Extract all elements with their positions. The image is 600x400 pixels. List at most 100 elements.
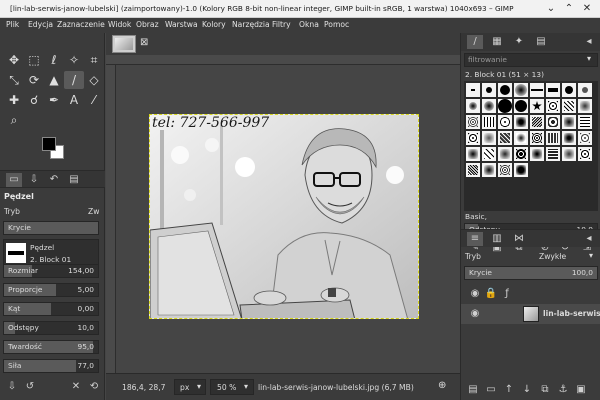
brush-cell[interactable] bbox=[562, 131, 576, 145]
text-tool-icon[interactable]: A bbox=[64, 91, 84, 109]
brush-cell[interactable] bbox=[498, 99, 512, 113]
brush-cell[interactable] bbox=[514, 99, 528, 113]
lock-alpha-icon[interactable]: ƒ bbox=[499, 287, 515, 301]
force-slider[interactable]: Siła 77,0 bbox=[3, 359, 99, 373]
brush-cell[interactable] bbox=[498, 115, 512, 129]
heal-icon[interactable]: ✚ bbox=[4, 91, 24, 109]
brush-cell[interactable] bbox=[466, 147, 480, 161]
channels-tab-icon[interactable]: ▥ bbox=[489, 232, 505, 246]
path-icon[interactable]: ✒ bbox=[44, 91, 64, 109]
images-tab-icon[interactable]: ▤ bbox=[66, 173, 82, 187]
menu-okna[interactable]: Okna bbox=[299, 20, 319, 29]
reset-options-icon[interactable]: ⟲ bbox=[86, 380, 102, 394]
brush-cell[interactable] bbox=[482, 163, 496, 177]
brush-cell[interactable] bbox=[562, 147, 576, 161]
size-slider[interactable]: Rozmiar 154,00 bbox=[3, 264, 99, 278]
brush-cell[interactable] bbox=[578, 131, 592, 145]
brush-cell[interactable] bbox=[530, 83, 544, 97]
brush-grid[interactable] bbox=[464, 81, 598, 211]
mask-layer-icon[interactable]: ▣ bbox=[573, 383, 589, 397]
brush-cell[interactable] bbox=[514, 115, 528, 129]
anchor-layer-icon[interactable]: ⚓ bbox=[555, 383, 571, 397]
brush-cell[interactable] bbox=[514, 147, 528, 161]
brush-cell[interactable] bbox=[546, 99, 560, 113]
brush-cell[interactable] bbox=[578, 115, 592, 129]
close-button[interactable]: ✕ bbox=[580, 2, 594, 16]
canvas-area[interactable]: tel: 727-566-997 bbox=[116, 65, 460, 373]
menu-warstwa[interactable]: Warstwa bbox=[165, 20, 198, 29]
mode-dropdown[interactable]: Zw bbox=[88, 207, 99, 216]
brush-cell[interactable] bbox=[546, 83, 560, 97]
unit-dropdown[interactable]: px ▾ bbox=[174, 379, 206, 395]
layers-tab-icon[interactable]: ≡ bbox=[467, 232, 483, 246]
layer-name[interactable]: lin-lab-serwis bbox=[543, 309, 600, 318]
brush-cell[interactable] bbox=[578, 147, 592, 161]
minimize-button[interactable]: ⌄ bbox=[544, 2, 558, 16]
brush-cell[interactable] bbox=[578, 99, 592, 113]
brush-cell[interactable] bbox=[498, 163, 512, 177]
brush-cell[interactable] bbox=[482, 147, 496, 161]
menu-plik[interactable]: Plik bbox=[6, 20, 19, 29]
brush-cell[interactable] bbox=[546, 131, 560, 145]
duplicate-layer-icon[interactable]: ⧉ bbox=[537, 383, 553, 397]
move-tool-icon[interactable]: ✥ bbox=[4, 51, 24, 69]
brush-cell[interactable] bbox=[578, 83, 592, 97]
brush-cell[interactable] bbox=[466, 131, 480, 145]
delete-options-icon[interactable]: ✕ bbox=[68, 380, 84, 394]
brush-cell[interactable] bbox=[498, 147, 512, 161]
brush-cell[interactable] bbox=[498, 131, 512, 145]
raise-layer-icon[interactable]: ↑ bbox=[501, 383, 517, 397]
brush-cell[interactable] bbox=[466, 115, 480, 129]
undo-history-tab-icon[interactable]: ↶ bbox=[46, 173, 62, 187]
menu-edycja[interactable]: Edycja bbox=[28, 20, 53, 29]
vertical-ruler[interactable] bbox=[106, 65, 116, 373]
menu-zaznaczenie[interactable]: Zaznaczenie bbox=[57, 20, 105, 29]
paths-tab-icon[interactable]: ⋈ bbox=[511, 232, 527, 246]
foreground-color-swatch[interactable] bbox=[42, 137, 56, 151]
brush-cell[interactable] bbox=[530, 99, 544, 113]
brush-cell[interactable] bbox=[514, 83, 528, 97]
brush-filter-input[interactable]: filtrowanie ▾ bbox=[464, 53, 598, 67]
brush-cell[interactable] bbox=[482, 115, 496, 129]
maximize-button[interactable]: ⌃ bbox=[562, 2, 576, 16]
brush-cell[interactable] bbox=[466, 99, 480, 113]
image-tab-thumbnail[interactable] bbox=[112, 35, 136, 53]
menu-kolory[interactable]: Kolory bbox=[202, 20, 226, 29]
rect-select-icon[interactable]: ⬚ bbox=[24, 51, 44, 69]
brush-cell[interactable] bbox=[546, 147, 560, 161]
brush-cell[interactable] bbox=[514, 131, 528, 145]
horizontal-ruler[interactable] bbox=[106, 55, 460, 65]
layer-mode-dropdown[interactable]: Zwykłe bbox=[539, 252, 566, 261]
paintbrush-icon[interactable]: / bbox=[64, 71, 84, 89]
smudge-icon[interactable]: ☌ bbox=[24, 91, 44, 109]
brush-cell[interactable] bbox=[562, 83, 576, 97]
hardness-slider[interactable]: Twardość 95,0 bbox=[3, 340, 99, 354]
menu-narzedzia[interactable]: Narzędzia bbox=[232, 20, 270, 29]
brush-cell[interactable] bbox=[482, 131, 496, 145]
new-layer-icon[interactable]: ▤ bbox=[465, 383, 481, 397]
fuzzy-select-icon[interactable]: ✧ bbox=[64, 51, 84, 69]
menu-filtry[interactable]: Filtry bbox=[272, 20, 291, 29]
zoom-dropdown[interactable]: 50 % ▾ bbox=[210, 379, 254, 395]
layers-menu-icon[interactable]: ◂ bbox=[581, 232, 597, 246]
brush-cell[interactable] bbox=[562, 99, 576, 113]
brush-cell[interactable] bbox=[562, 115, 576, 129]
restore-options-icon[interactable]: ↺ bbox=[22, 380, 38, 394]
brush-cell[interactable] bbox=[466, 83, 480, 97]
lock-pixels-icon[interactable]: 🔒 bbox=[483, 287, 499, 301]
brush-tag[interactable]: Basic, bbox=[465, 212, 487, 221]
document-history-tab-icon[interactable]: ▤ bbox=[533, 35, 549, 49]
brush-cell[interactable] bbox=[482, 83, 496, 97]
dock-menu-icon[interactable]: ◂ bbox=[581, 35, 597, 49]
brush-cell[interactable] bbox=[498, 83, 512, 97]
menu-widok[interactable]: Widok bbox=[108, 20, 131, 29]
brush-cell[interactable] bbox=[530, 131, 544, 145]
fonts-tab-icon[interactable]: ✦ bbox=[511, 35, 527, 49]
brush-cell[interactable] bbox=[530, 115, 544, 129]
crop-icon[interactable]: ⌗ bbox=[84, 51, 104, 69]
visibility-toggle-icon[interactable]: ◉ bbox=[467, 287, 483, 301]
lower-layer-icon[interactable]: ↓ bbox=[519, 383, 535, 397]
angle-slider[interactable]: Kąt 0,00 bbox=[3, 302, 99, 316]
spacing-slider[interactable]: Odstępy 10,0 bbox=[3, 321, 99, 335]
brush-cell[interactable] bbox=[466, 163, 480, 177]
